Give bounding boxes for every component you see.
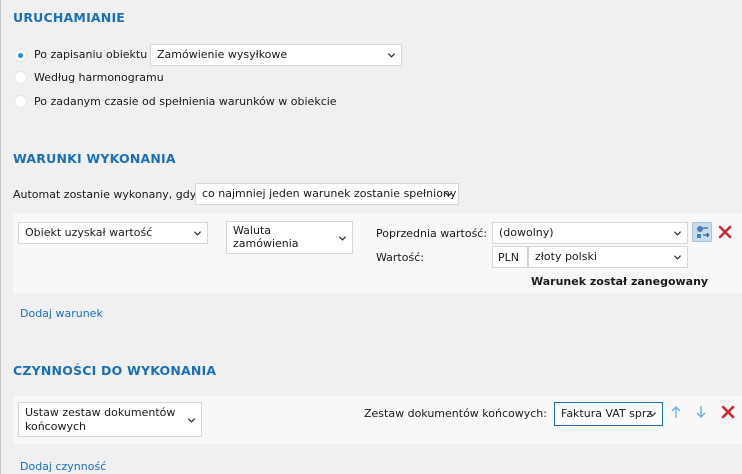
chevron-down-icon: [387, 53, 396, 58]
chevron-down-icon: [187, 418, 196, 423]
add-action-link[interactable]: Dodaj czynność: [20, 460, 106, 473]
condition-type-value: Obiekt uzyskał wartość: [25, 226, 153, 239]
section-title-actions: CZYNNOŚCI DO WYKONANIA: [13, 363, 217, 378]
object-select-value: Zamówienie wysyłkowe: [157, 48, 288, 61]
radio-label-schedule[interactable]: Według harmonogramu: [34, 71, 164, 84]
condition-field-line2: zamówienia: [233, 237, 299, 250]
negate-condition-button[interactable]: [692, 222, 712, 242]
chevron-down-icon: [673, 255, 682, 260]
condition-type-select[interactable]: Obiekt uzyskał wartość: [18, 222, 208, 244]
move-down-button[interactable]: [695, 405, 707, 419]
section-title-trigger: URUCHAMIANIE: [13, 10, 126, 25]
move-up-button[interactable]: [670, 405, 682, 419]
radio-after-save[interactable]: [14, 49, 27, 62]
chevron-down-icon: [193, 231, 202, 236]
delete-action-button[interactable]: [721, 405, 735, 419]
radio-label-delay[interactable]: Po zadanym czasie od spełnienia warunków…: [34, 95, 337, 108]
value-label: Wartość:: [376, 251, 424, 264]
radio-label-after-save[interactable]: Po zapisaniu obiektu: [34, 48, 147, 61]
chevron-down-icon: [444, 192, 453, 197]
document-set-value: Faktura VAT sprz: [561, 407, 653, 420]
previous-value-label: Poprzednia wartość:: [376, 227, 488, 240]
close-x-icon: [718, 225, 732, 239]
conditions-intro-label: Automat zostanie wykonany, gdy: [13, 188, 197, 201]
condition-field-line1: Waluta: [233, 224, 271, 237]
document-set-label: Zestaw dokumentów końcowych:: [364, 407, 547, 420]
chevron-down-icon: [673, 231, 682, 236]
arrow-up-icon: [671, 406, 681, 418]
conditions-mode-value: co najmniej jeden warunek zostanie spełn…: [202, 187, 457, 200]
currency-code-field[interactable]: PLN: [492, 246, 528, 268]
arrow-down-icon: [696, 406, 706, 418]
action-type-select[interactable]: Ustaw zestaw dokumentów końcowych: [18, 402, 202, 437]
currency-select-value: złoty polski: [535, 250, 597, 263]
action-type-line2: końcowych: [25, 420, 86, 433]
close-x-icon: [721, 405, 735, 419]
delete-condition-button[interactable]: [718, 225, 732, 239]
conditions-mode-select[interactable]: co najmniej jeden warunek zostanie spełn…: [195, 183, 459, 205]
chevron-down-icon: [338, 236, 347, 241]
negate-condition-icon: [697, 226, 710, 238]
radio-delay[interactable]: [14, 95, 27, 108]
previous-value-current: (dowolny): [499, 226, 554, 239]
negated-notice: Warunek został zanegowany: [531, 275, 709, 288]
chevron-down-icon: [648, 412, 657, 417]
currency-select[interactable]: złoty polski: [528, 246, 688, 268]
section-title-conditions: WARUNKI WYKONANIA: [13, 151, 176, 166]
action-type-line1: Ustaw zestaw dokumentów: [25, 406, 176, 419]
add-condition-link[interactable]: Dodaj warunek: [20, 307, 103, 320]
object-select[interactable]: Zamówienie wysyłkowe: [150, 44, 402, 66]
previous-value-select[interactable]: (dowolny): [492, 222, 688, 244]
document-set-select[interactable]: Faktura VAT sprz: [554, 402, 663, 426]
condition-field-select[interactable]: Waluta zamówienia: [226, 221, 353, 254]
radio-schedule[interactable]: [14, 71, 27, 84]
window-left-border: [0, 0, 1, 474]
